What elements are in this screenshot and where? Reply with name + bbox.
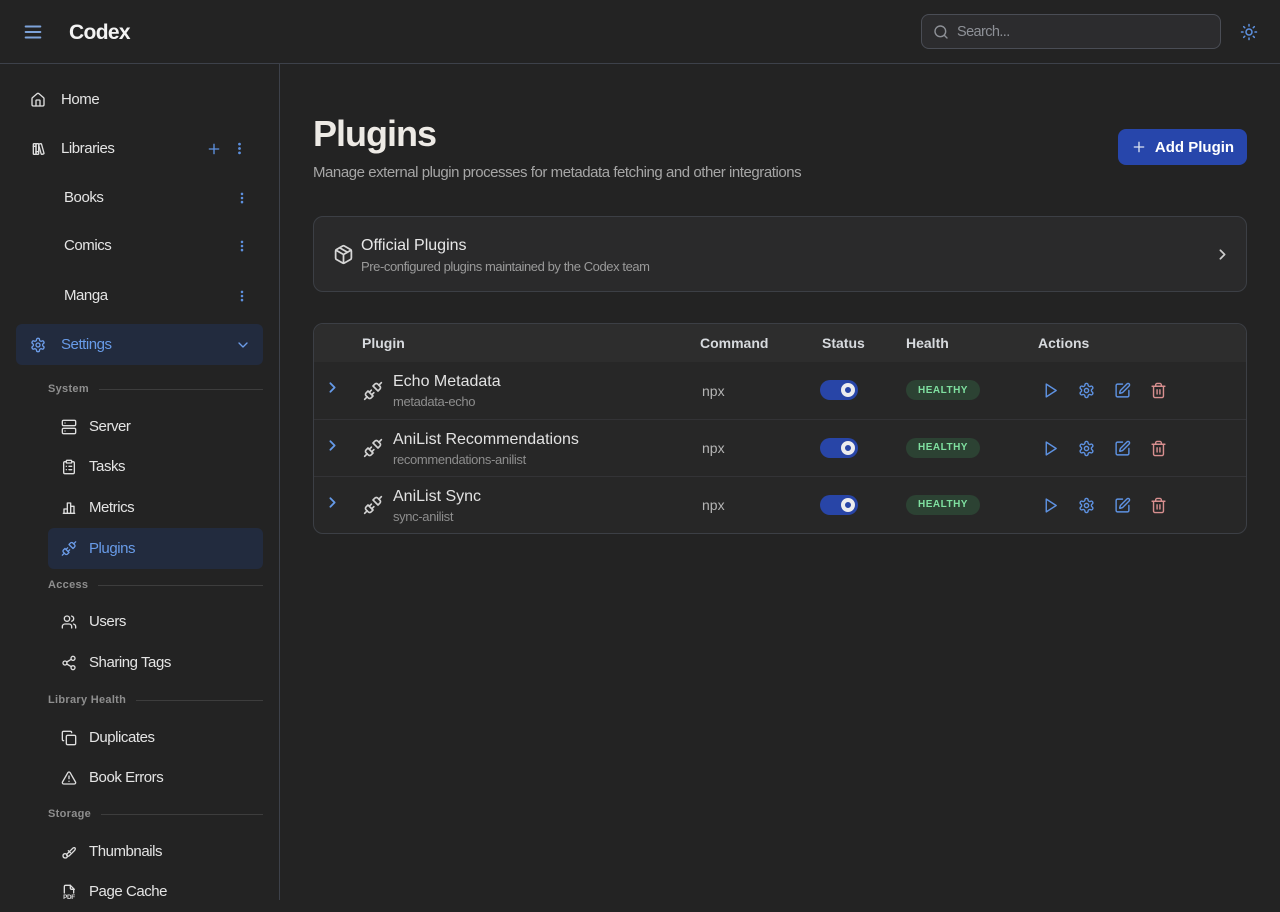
svg-text:PDF: PDF	[63, 894, 75, 900]
